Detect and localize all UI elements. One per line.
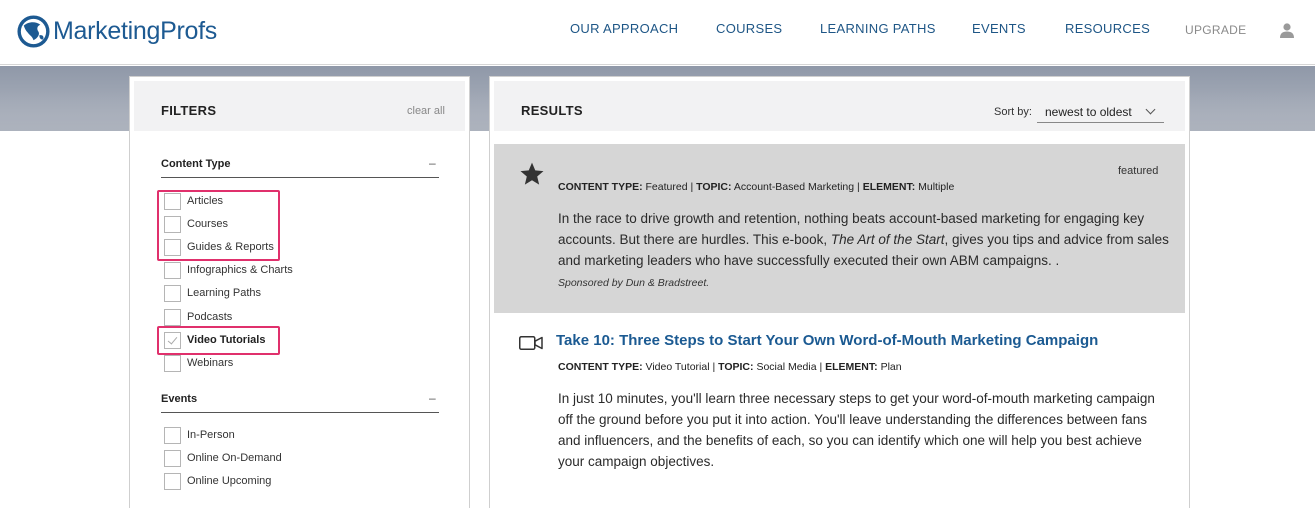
meta-content-type: Video Tutorial bbox=[645, 361, 710, 373]
filter-option-label: Learning Paths bbox=[187, 287, 261, 299]
featured-result-card[interactable]: featured CONTENT TYPE: Featured | TOPIC:… bbox=[494, 144, 1185, 313]
nav-learning-paths[interactable]: LEARNING PATHS bbox=[820, 21, 936, 36]
main-nav: OUR APPROACH COURSES LEARNING PATHS EVEN… bbox=[0, 21, 1315, 41]
star-icon bbox=[520, 162, 544, 185]
filter-option-label: Infographics & Charts bbox=[187, 264, 293, 276]
filter-option-label: Online On-Demand bbox=[187, 452, 282, 464]
events-heading: Events bbox=[161, 393, 198, 405]
nav-upgrade[interactable]: UPGRADE bbox=[1185, 23, 1246, 37]
meta-separator: | bbox=[690, 181, 694, 193]
results-header: RESULTS Sort by: newest to oldest bbox=[494, 81, 1185, 131]
meta-topic-label: TOPIC: bbox=[718, 361, 754, 373]
meta-element: Plan bbox=[880, 361, 902, 373]
result-meta: CONTENT TYPE: Featured | TOPIC: Account-… bbox=[558, 181, 954, 193]
filter-option-infographics-charts[interactable]: Infographics & Charts bbox=[164, 261, 293, 279]
meta-element: Multiple bbox=[918, 181, 955, 193]
checkbox[interactable] bbox=[164, 472, 181, 490]
meta-separator: | bbox=[712, 361, 716, 373]
filter-option-podcasts[interactable]: Podcasts bbox=[164, 308, 232, 326]
meta-topic: Social Media bbox=[756, 361, 817, 373]
nav-courses[interactable]: COURSES bbox=[716, 21, 782, 36]
filter-option-label: Podcasts bbox=[187, 311, 233, 323]
meta-separator: | bbox=[819, 361, 823, 373]
filters-title: FILTERS bbox=[161, 103, 217, 118]
content-type-heading: Content Type bbox=[161, 158, 231, 170]
nav-resources[interactable]: RESOURCES bbox=[1065, 21, 1150, 36]
events-collapse-icon[interactable]: – bbox=[429, 391, 436, 405]
checkbox[interactable] bbox=[164, 426, 181, 444]
filter-option-in-person[interactable]: In-Person bbox=[164, 426, 235, 444]
user-icon[interactable] bbox=[1279, 22, 1295, 38]
checkbox[interactable] bbox=[164, 354, 181, 372]
sort-value: newest to oldest bbox=[1045, 105, 1132, 119]
checkbox[interactable] bbox=[164, 308, 181, 326]
meta-element-label: ELEMENT: bbox=[862, 181, 916, 193]
meta-content-type-label: CONTENT TYPE: bbox=[558, 181, 643, 193]
meta-element-label: ELEMENT: bbox=[825, 361, 878, 373]
book-title: The Art of the Start bbox=[830, 232, 945, 247]
video-camera-icon bbox=[519, 336, 543, 350]
meta-topic-label: TOPIC: bbox=[696, 181, 732, 193]
highlight-box bbox=[157, 190, 280, 261]
result-description: In the race to drive growth and retentio… bbox=[558, 208, 1173, 271]
results-panel: RESULTS Sort by: newest to oldest featur… bbox=[489, 76, 1190, 508]
filters-panel: FILTERS clear all Content Type – Article… bbox=[129, 76, 470, 508]
meta-content-type: Featured bbox=[645, 181, 688, 193]
content-type-collapse-icon[interactable]: – bbox=[429, 156, 436, 170]
featured-tag: featured bbox=[1118, 165, 1159, 177]
checkbox[interactable] bbox=[164, 261, 181, 279]
filter-option-label: Webinars bbox=[187, 357, 234, 369]
filter-option-webinars[interactable]: Webinars bbox=[164, 354, 233, 372]
filter-option-label: Online Upcoming bbox=[187, 475, 272, 487]
highlight-box bbox=[157, 326, 280, 355]
result-description: In just 10 minutes, you'll learn three n… bbox=[558, 391, 1155, 469]
result-meta: CONTENT TYPE: Video Tutorial | TOPIC: So… bbox=[558, 361, 902, 373]
chevron-down-icon bbox=[1145, 104, 1156, 115]
clear-all-link[interactable]: clear all bbox=[407, 105, 445, 117]
meta-content-type-label: CONTENT TYPE: bbox=[558, 361, 643, 373]
filters-header: FILTERS clear all bbox=[134, 81, 465, 131]
sponsor-note: Sponsored by Dun & Bradstreet. bbox=[558, 277, 710, 289]
filter-option-online-on-demand[interactable]: Online On-Demand bbox=[164, 449, 282, 467]
meta-topic: Account-Based Marketing bbox=[733, 181, 855, 193]
checkbox[interactable] bbox=[164, 284, 181, 302]
result-title-link[interactable]: Take 10: Three Steps to Start Your Own W… bbox=[556, 332, 1098, 349]
meta-separator: | bbox=[857, 181, 860, 193]
sort-label: Sort by: bbox=[994, 106, 1032, 118]
events-divider bbox=[161, 412, 439, 413]
sort-select[interactable]: newest to oldest bbox=[1037, 101, 1164, 123]
site-header: MarketingProfs OUR APPROACH COURSES LEAR… bbox=[0, 0, 1315, 65]
results-title: RESULTS bbox=[521, 103, 583, 118]
nav-our-approach[interactable]: OUR APPROACH bbox=[570, 21, 678, 36]
checkbox[interactable] bbox=[164, 449, 181, 467]
filter-option-label: In-Person bbox=[187, 429, 235, 441]
filter-option-learning-paths[interactable]: Learning Paths bbox=[164, 284, 261, 302]
nav-events[interactable]: EVENTS bbox=[972, 21, 1026, 36]
content-type-divider bbox=[161, 177, 439, 178]
filter-option-online-upcoming[interactable]: Online Upcoming bbox=[164, 472, 271, 490]
